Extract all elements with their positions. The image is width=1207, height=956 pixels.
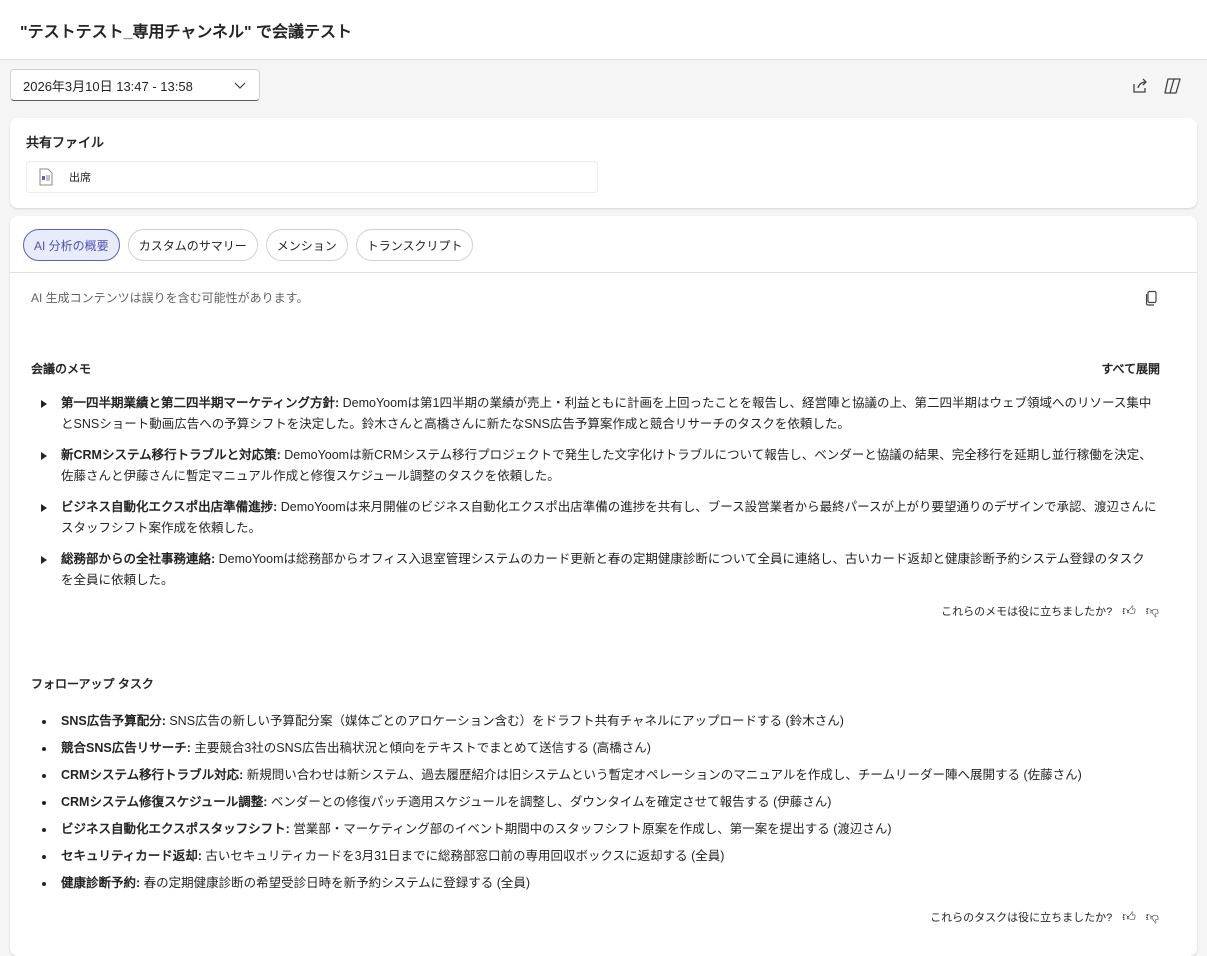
thumbs-down-icon[interactable]: 👎︎ (1146, 909, 1159, 925)
task-item: SNS広告予算配分: SNS広告の新しい予算配分案（媒体ごとのアロケーション含む… (42, 708, 1157, 735)
ai-disclaimer: AI 生成コンテンツは誤りを含む可能性があります。 (31, 291, 309, 305)
file-name: 出席 (69, 172, 91, 184)
expand-all-button[interactable]: すべて展開 (1101, 360, 1160, 377)
tasks-feedback-prompt: これらのタスクは役に立ちましたか? (930, 912, 1113, 924)
note-item[interactable]: ビジネス自動化エクスポ出店準備進捗: DemoYoomは来月開催のビジネス自動化… (41, 497, 1157, 539)
notes-heading: 会議のメモ (31, 362, 92, 376)
date-range-dropdown[interactable]: 2026年3月10日 13:47 - 13:58 (10, 69, 260, 101)
shared-files-title: 共有ファイル (26, 135, 105, 150)
file-item[interactable]: 出席 (26, 161, 598, 193)
note-title: 新CRMシステム移行トラブルと対応策: (61, 448, 281, 462)
task-item: 健康診断予約: 春の定期健康診断の希望受診日時を新予約システムに登録する (全員… (42, 870, 1157, 897)
tab-custom-summary[interactable]: カスタムのサマリー (127, 229, 258, 261)
note-item[interactable]: 第一四半期業績と第二四半期マーケティング方針: DemoYoomは第1四半期の業… (41, 393, 1157, 435)
task-title: CRMシステム移行トラブル対応: (61, 768, 244, 782)
tab-bar: AI 分析の概要 カスタムのサマリー メンション トランスクリプト (10, 216, 1197, 273)
chevron-down-icon (234, 82, 246, 89)
notes-feedback-prompt: これらのメモは役に立ちましたか? (941, 606, 1113, 618)
task-text: ベンダーとの修復パッチ適用スケジュールを調整し、ダウンタイムを確定させて報告する… (267, 795, 832, 809)
task-item: セキュリティカード返却: 古いセキュリティカードを3月31日までに総務部窓口前の… (42, 843, 1157, 870)
header: "テストテスト_専用チャンネル" で会議テスト (0, 0, 1207, 60)
task-title: 健康診断予約: (61, 876, 141, 890)
task-text: 古いセキュリティカードを3月31日までに総務部窓口前の専用回収ボックスに返却する… (201, 849, 725, 863)
task-item: ビジネス自動化エクスポスタッフシフト: 営業部・マーケティング部のイベント期間中… (42, 816, 1157, 843)
task-title: セキュリティカード返却: (61, 849, 202, 863)
attendance-file-icon (39, 168, 53, 186)
shared-files-card: 共有ファイル 出席 (10, 118, 1197, 208)
note-text: DemoYoomは総務部からオフィス入退室管理システムのカード更新と春の定期健康… (61, 552, 1145, 587)
task-title: 競合SNS広告リサーチ: (61, 741, 191, 755)
tasks-list: SNS広告予算配分: SNS広告の新しい予算配分案（媒体ごとのアロケーション含む… (10, 692, 1197, 897)
task-text: SNS広告の新しい予算配分案（媒体ごとのアロケーション含む）をドラフト共有チャネ… (165, 714, 844, 728)
note-item[interactable]: 総務部からの全社事務連絡: DemoYoomは総務部からオフィス入退室管理システ… (41, 549, 1157, 591)
task-text: 営業部・マーケティング部のイベント期間中のスタッフシフト原案を作成し、第一案を提… (289, 822, 892, 836)
task-item: CRMシステム移行トラブル対応: 新規問い合わせは新システム、過去履歴紹介は旧シ… (42, 762, 1157, 789)
task-text: 新規問い合わせは新システム、過去履歴紹介は旧システムという暫定オペレーションのマ… (243, 768, 1082, 782)
task-text: 春の定期健康診断の希望受診日時を新予約システムに登録する (全員) (140, 876, 531, 890)
task-item: CRMシステム修復スケジュール調整: ベンダーとの修復パッチ適用スケジュールを調… (42, 789, 1157, 816)
tab-ai-summary[interactable]: AI 分析の概要 (23, 229, 120, 261)
tab-mentions[interactable]: メンション (265, 229, 348, 261)
note-item[interactable]: 新CRMシステム移行トラブルと対応策: DemoYoomは新CRMシステム移行プ… (41, 445, 1157, 487)
task-title: ビジネス自動化エクスポスタッフシフト: (61, 822, 290, 836)
tasks-heading: フォローアップ タスク (31, 677, 154, 691)
summary-card: AI 分析の概要 カスタムのサマリー メンション トランスクリプト AI 生成コ… (10, 216, 1197, 956)
toolbar: 2026年3月10日 13:47 - 13:58 (0, 60, 1207, 118)
copilot-icon[interactable] (1162, 76, 1182, 96)
date-range-value: 2026年3月10日 13:47 - 13:58 (23, 78, 193, 94)
thumbs-down-icon[interactable]: 👎︎ (1146, 603, 1159, 619)
page-title: "テストテスト_専用チャンネル" で会議テスト (20, 23, 353, 41)
note-title: 第一四半期業績と第二四半期マーケティング方針: (61, 396, 340, 410)
notes-list: 第一四半期業績と第二四半期マーケティング方針: DemoYoomは第1四半期の業… (10, 377, 1197, 591)
task-title: SNS広告予算配分: (61, 714, 166, 728)
note-title: ビジネス自動化エクスポ出店準備進捗: (61, 500, 278, 514)
share-icon[interactable] (1130, 76, 1150, 96)
note-title: 総務部からの全社事務連絡: (61, 552, 216, 566)
task-title: CRMシステム修復スケジュール調整: (61, 795, 268, 809)
thumbs-up-icon[interactable]: 👍︎ (1122, 909, 1136, 925)
task-text: 主要競合3社のSNS広告出稿状況と傾向をテキストでまとめて送信する (高橋さん) (190, 741, 651, 755)
tab-transcript[interactable]: トランスクリプト (355, 229, 474, 261)
task-item: 競合SNS広告リサーチ: 主要競合3社のSNS広告出稿状況と傾向をテキストでまと… (42, 735, 1157, 762)
copy-icon[interactable] (1144, 290, 1160, 306)
thumbs-up-icon[interactable]: 👍︎ (1122, 603, 1136, 619)
